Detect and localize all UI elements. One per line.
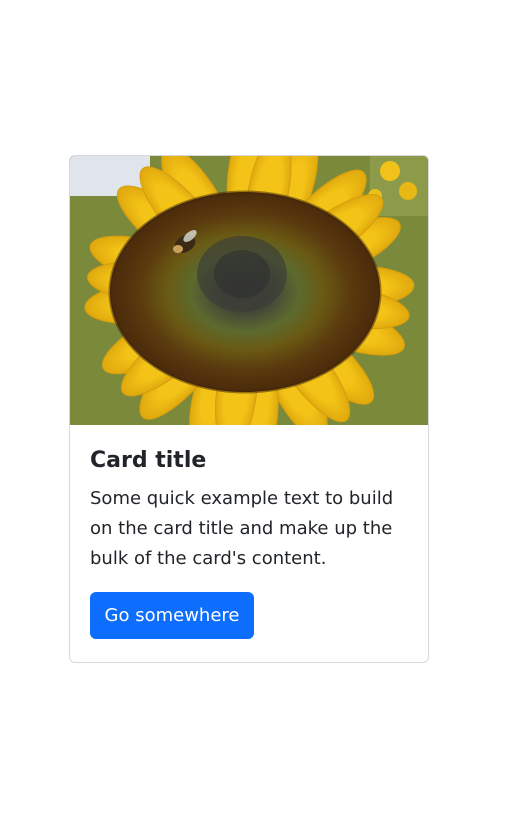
card-text: Some quick example text to build on the … bbox=[90, 488, 394, 569]
card-body: Card title Some quick example text to bu… bbox=[70, 425, 428, 659]
card-image bbox=[70, 156, 428, 425]
card-title: Card title bbox=[90, 448, 207, 473]
card: Card title Some quick example text to bu… bbox=[69, 155, 429, 663]
go-somewhere-button[interactable]: Go somewhere bbox=[90, 592, 254, 639]
